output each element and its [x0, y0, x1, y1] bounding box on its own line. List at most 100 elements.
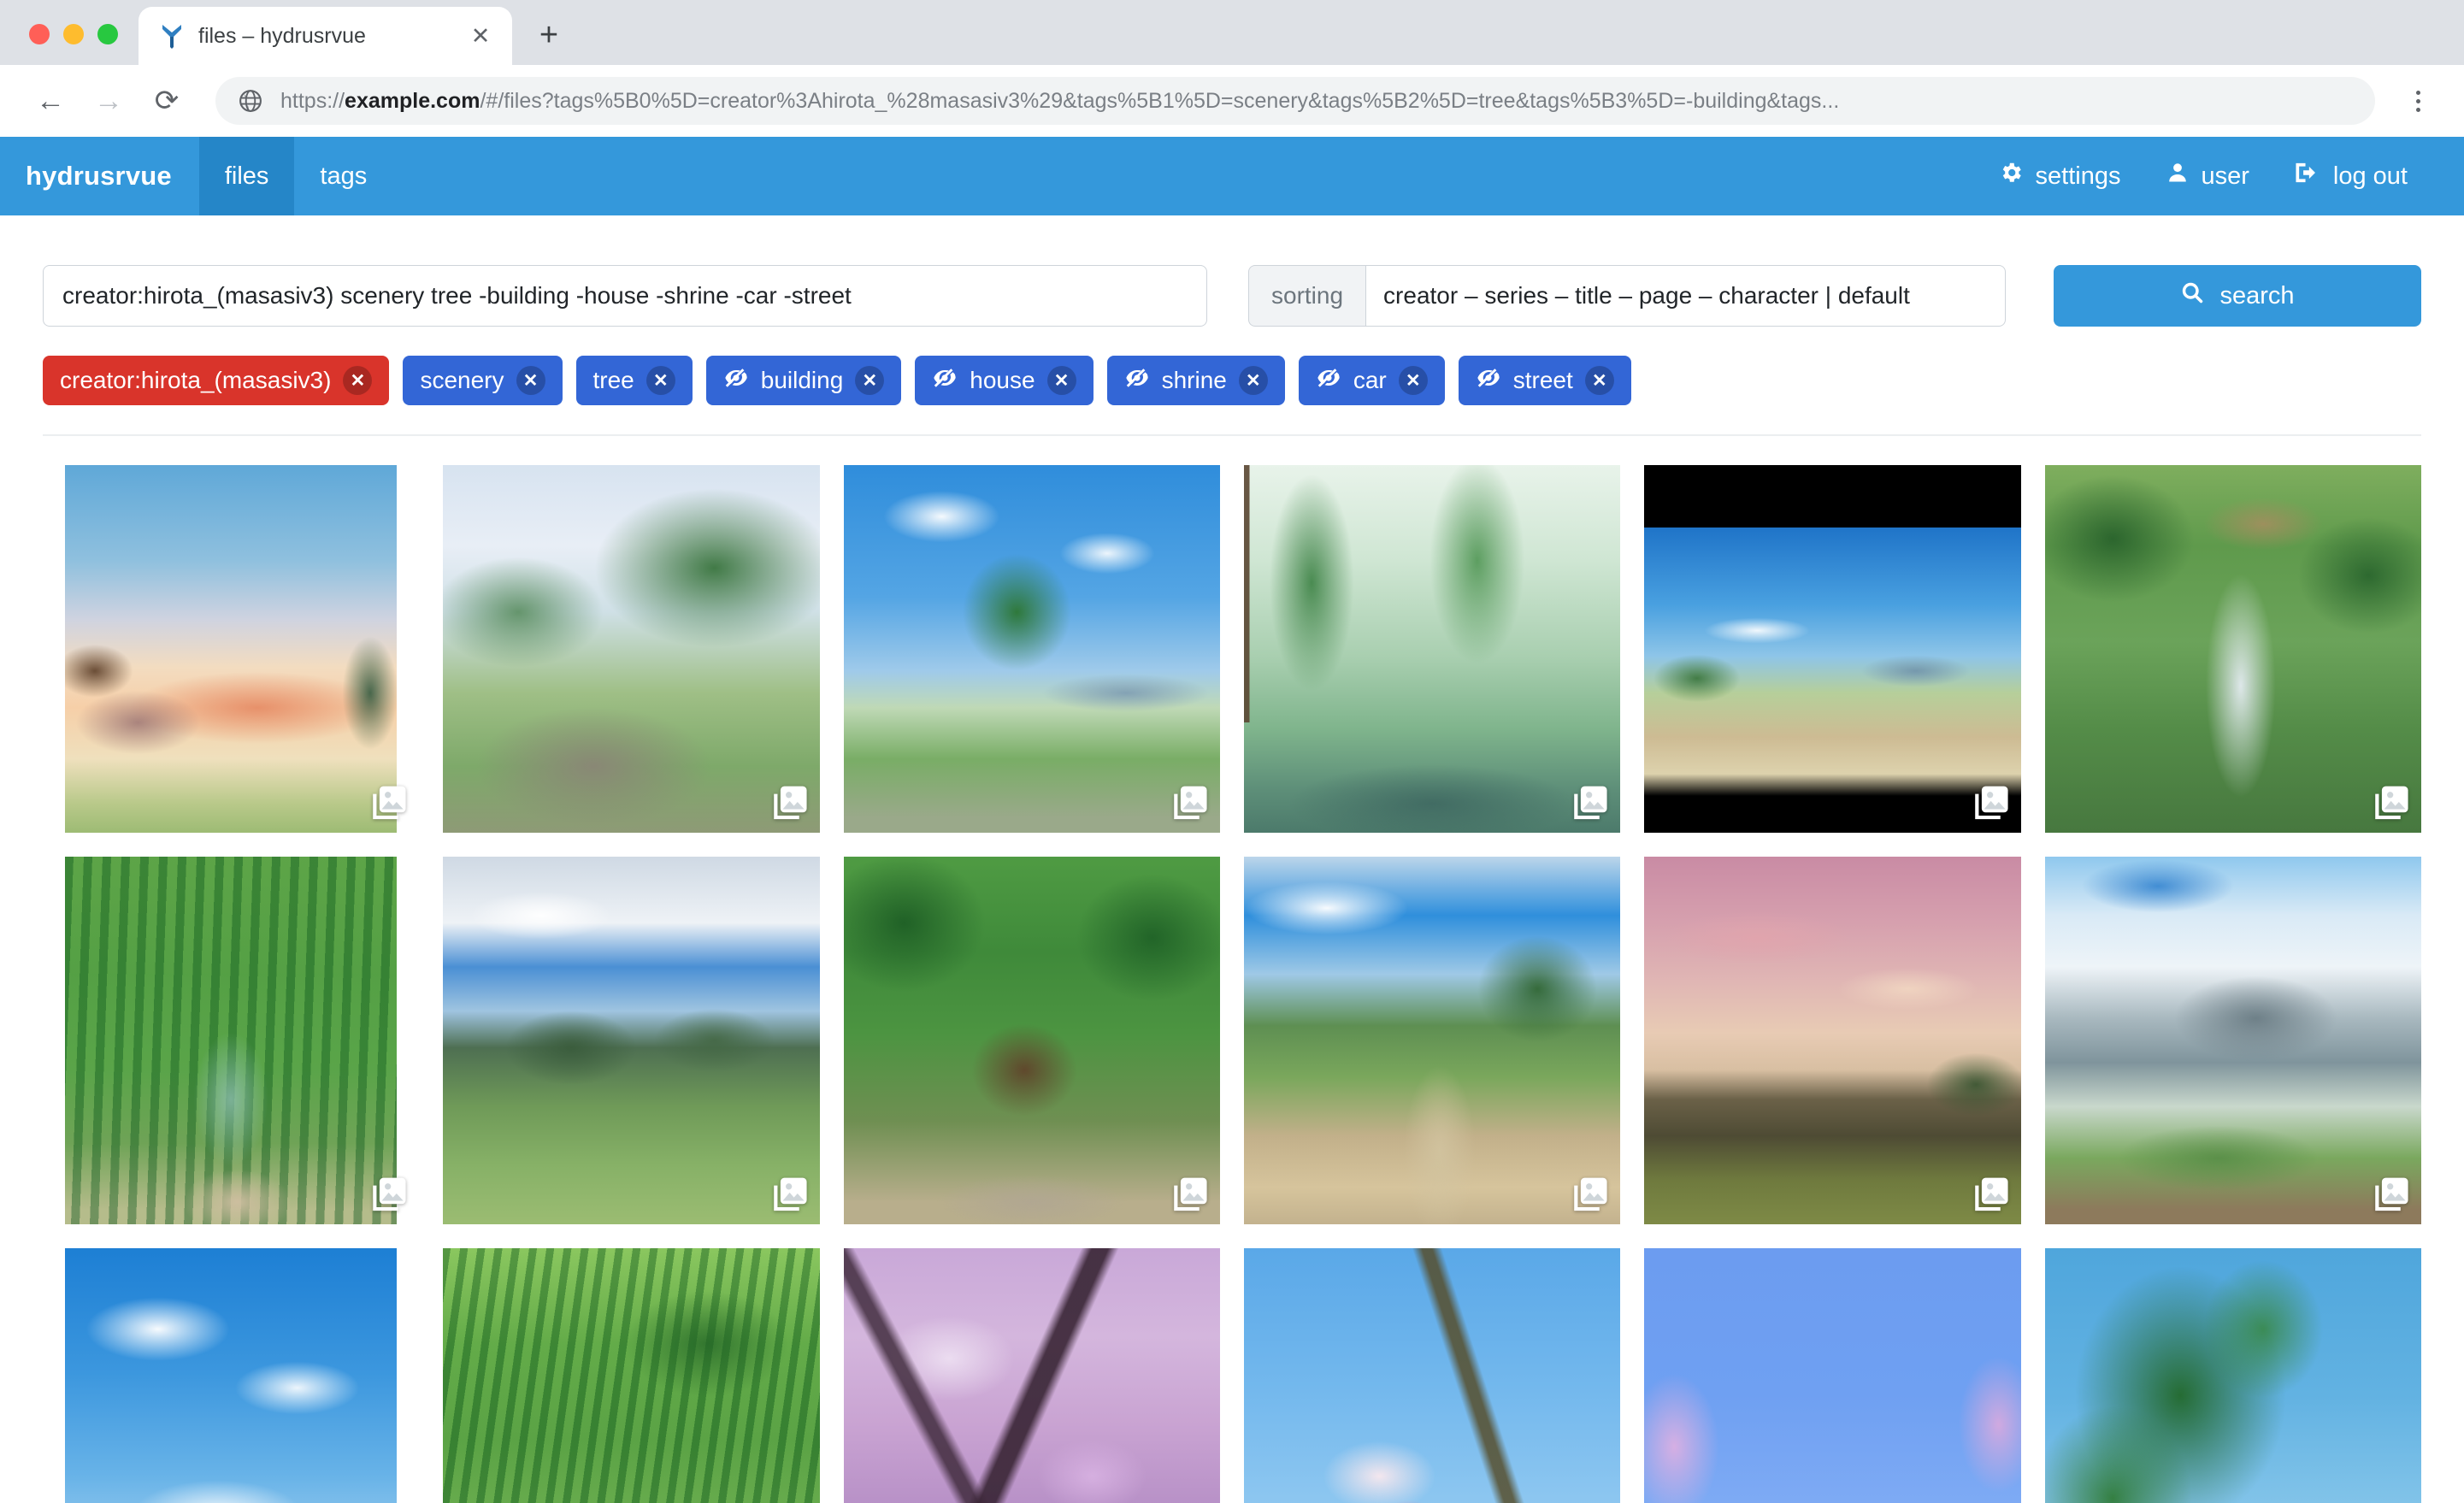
address-bar[interactable]: https://example.com/#/files?tags%5B0%5D=…	[215, 77, 2375, 125]
thumbnail-image	[843, 1248, 1220, 1503]
thumbnail-card[interactable]	[1244, 465, 1621, 833]
tag-chip-label: house	[970, 367, 1035, 393]
close-icon[interactable]: ✕	[464, 20, 497, 52]
tag-chip-shrine[interactable]: shrine ✕	[1106, 356, 1285, 405]
search-icon	[2180, 280, 2204, 311]
tag-chip-creator-hirota-masasiv3-[interactable]: creator:hirota_(masasiv3) ✕	[43, 356, 390, 405]
browser-toolbar: ← → ⟳ https://example.com/#/files?tags%5…	[0, 65, 2464, 137]
thumbnail-image	[2044, 465, 2421, 833]
images-icon	[770, 1175, 810, 1214]
remove-tag-icon[interactable]: ✕	[343, 366, 373, 395]
thumbnail-card[interactable]	[443, 1248, 820, 1503]
remove-tag-icon[interactable]: ✕	[1584, 366, 1614, 395]
navbar-spacer	[392, 137, 1975, 215]
sorting-select[interactable]: creator – series – title – page – charac…	[1365, 265, 2006, 327]
thumbnail-card[interactable]	[1244, 1248, 1621, 1503]
images-icon	[1170, 1175, 1210, 1214]
images-icon	[770, 783, 810, 822]
kebab-menu-icon[interactable]	[2396, 77, 2440, 125]
thumbnail-image	[843, 465, 1220, 833]
thumbnail-grid	[43, 436, 2421, 1503]
browser-tab[interactable]: files – hydrusrvue ✕	[139, 7, 512, 65]
thumbnail-card[interactable]	[2044, 465, 2421, 833]
reload-icon[interactable]: ⟳	[142, 76, 192, 126]
window-controls[interactable]	[29, 24, 118, 44]
thumbnail-card[interactable]	[43, 857, 420, 1224]
thumbnail-image	[1644, 465, 2021, 833]
thumbnail-card[interactable]	[443, 857, 820, 1224]
remove-tag-icon[interactable]: ✕	[1398, 366, 1428, 395]
thumbnail-image	[843, 857, 1220, 1224]
tag-chip-label: scenery	[420, 367, 504, 393]
tag-chip-scenery[interactable]: scenery ✕	[403, 356, 563, 405]
forward-icon[interactable]: →	[84, 76, 133, 126]
thumbnail-card[interactable]	[2044, 1248, 2421, 1503]
thumbnail-image	[65, 1248, 397, 1503]
thumbnail-card[interactable]	[843, 465, 1220, 833]
thumbnail-image	[443, 1248, 820, 1503]
thumbnail-image	[443, 857, 820, 1224]
thumbnail-card[interactable]	[843, 1248, 1220, 1503]
tag-chip-label: building	[760, 367, 844, 393]
thumbnail-card[interactable]	[43, 1248, 420, 1503]
nav-item-files[interactable]: files	[198, 137, 295, 215]
thumbnail-image	[1244, 857, 1621, 1224]
tag-chip-building[interactable]: building ✕	[705, 356, 902, 405]
sorting-label: sorting	[1248, 265, 1366, 327]
images-icon	[1972, 783, 2011, 822]
active-tag-list: creator:hirota_(masasiv3) ✕ scenery ✕ tree ✕ …	[43, 327, 2421, 434]
address-bar-url: https://example.com/#/files?tags%5B0%5D=…	[280, 89, 1839, 114]
images-icon	[369, 783, 409, 822]
globe-icon	[238, 88, 263, 114]
thumbnail-image	[443, 465, 820, 833]
eye-slash-icon	[723, 367, 749, 395]
app-brand[interactable]: hydrusrvue	[0, 137, 199, 215]
window-close-button[interactable]	[29, 24, 50, 44]
thumbnail-card[interactable]	[843, 857, 1220, 1224]
nav-item-user[interactable]: user	[2143, 137, 2272, 215]
thumbnail-card[interactable]	[1644, 857, 2021, 1224]
back-icon[interactable]: ←	[26, 76, 75, 126]
thumbnail-card[interactable]	[443, 465, 820, 833]
remove-tag-icon[interactable]: ✕	[855, 366, 885, 395]
images-icon	[2372, 1175, 2411, 1214]
url-scheme: https://	[280, 88, 345, 113]
navbar-right-group: settings user log out	[1976, 137, 2464, 215]
thumbnail-card[interactable]	[2044, 857, 2421, 1224]
search-input[interactable]: creator:hirota_(masasiv3) scenery tree -…	[43, 265, 1207, 327]
gear-icon	[1998, 160, 2024, 192]
remove-tag-icon[interactable]: ✕	[645, 366, 675, 395]
thumbnail-image	[1244, 465, 1621, 833]
browser-tabstrip: files – hydrusrvue ✕ +	[0, 0, 2464, 65]
nav-item-settings[interactable]: settings	[1976, 137, 2143, 215]
sorting-control[interactable]: sorting creator – series – title – page …	[1248, 265, 2006, 327]
tag-chip-street[interactable]: street ✕	[1458, 356, 1631, 405]
window-minimize-button[interactable]	[63, 24, 84, 44]
user-icon	[2166, 160, 2190, 192]
nav-item-tags[interactable]: tags	[294, 137, 392, 215]
nav-item-logout[interactable]: log out	[2272, 137, 2430, 215]
images-icon	[1571, 1175, 1610, 1214]
tag-chip-label: creator:hirota_(masasiv3)	[60, 367, 332, 393]
thumbnail-card[interactable]	[1644, 465, 2021, 833]
eye-slash-icon	[1476, 367, 1501, 395]
thumbnail-image	[2044, 1248, 2421, 1503]
thumbnail-image	[1644, 857, 2021, 1224]
window-maximize-button[interactable]	[97, 24, 118, 44]
browser-chrome: files – hydrusrvue ✕ + ← → ⟳ https://exa…	[0, 0, 2464, 137]
remove-tag-icon[interactable]: ✕	[1238, 366, 1268, 395]
thumbnail-card[interactable]	[43, 465, 420, 833]
tag-chip-car[interactable]: car ✕	[1298, 356, 1445, 405]
eye-slash-icon	[1124, 367, 1150, 395]
thumbnail-card[interactable]	[1644, 1248, 2021, 1503]
remove-tag-icon[interactable]: ✕	[516, 366, 545, 395]
remove-tag-icon[interactable]: ✕	[1046, 366, 1076, 395]
url-host: example.com	[345, 88, 480, 113]
tag-chip-tree[interactable]: tree ✕	[575, 356, 693, 405]
tag-chip-house[interactable]: house ✕	[915, 356, 1093, 405]
thumbnail-card[interactable]	[1244, 857, 1621, 1224]
logout-icon	[2294, 160, 2321, 192]
images-icon	[1571, 783, 1610, 822]
search-button[interactable]: search	[2054, 265, 2421, 327]
new-tab-button[interactable]: +	[524, 10, 574, 60]
